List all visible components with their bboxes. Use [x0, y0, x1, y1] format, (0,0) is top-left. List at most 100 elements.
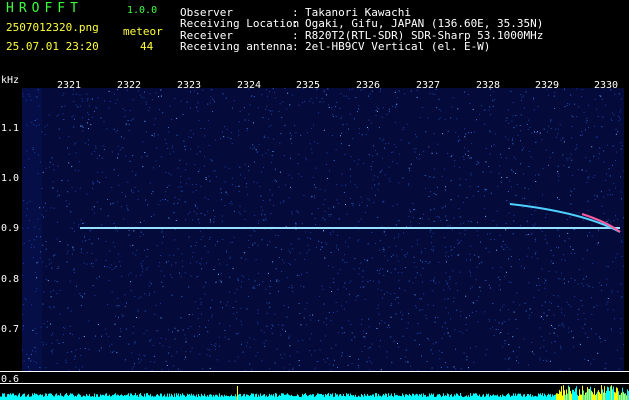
noise-pixel [63, 119, 65, 121]
noise-pixel [22, 275, 24, 276]
noise-pixel [416, 272, 418, 274]
noise-pixel [488, 251, 490, 253]
noise-pixel [588, 104, 589, 106]
noise-pixel [468, 132, 470, 134]
noise-pixel [415, 134, 416, 135]
noise-pixel [576, 88, 578, 90]
noise-pixel [395, 107, 397, 109]
noise-pixel [236, 311, 238, 313]
level-bar [497, 394, 498, 400]
noise-pixel [413, 261, 415, 263]
level-bar [161, 393, 162, 400]
noise-pixel [180, 186, 182, 188]
noise-pixel [593, 125, 595, 127]
noise-pixel [242, 351, 244, 353]
noise-pixel [500, 153, 502, 155]
noise-pixel [84, 235, 86, 237]
level-bar [231, 394, 232, 400]
noise-pixel [612, 261, 614, 263]
level-bar [209, 394, 210, 400]
noise-pixel [429, 231, 431, 233]
noise-pixel [578, 212, 580, 214]
noise-pixel [407, 361, 409, 363]
level-bar [159, 396, 160, 400]
noise-pixel [606, 220, 608, 222]
noise-pixel [220, 272, 222, 274]
level-bar [120, 395, 121, 400]
noise-pixel [579, 343, 581, 345]
level-bar [495, 395, 496, 400]
level-bar [442, 396, 443, 400]
noise-pixel [192, 251, 194, 253]
noise-pixel [141, 265, 143, 267]
level-bar [447, 393, 448, 400]
level-bar [114, 394, 115, 400]
level-bar [224, 394, 225, 400]
noise-pixel [584, 332, 586, 334]
noise-pixel [240, 257, 242, 259]
level-bar [518, 393, 519, 400]
noise-pixel [348, 293, 350, 295]
noise-pixel [81, 252, 82, 253]
level-bar [576, 386, 577, 400]
noise-pixel [438, 216, 440, 218]
noise-pixel [229, 291, 231, 293]
level-bar [339, 394, 340, 400]
noise-pixel [327, 88, 329, 90]
level-bar [126, 394, 127, 400]
noise-pixel [570, 94, 572, 96]
noise-pixel [584, 318, 586, 320]
noise-pixel [352, 205, 354, 207]
noise-pixel [233, 313, 235, 315]
noise-pixel [257, 107, 259, 109]
noise-pixel [261, 213, 263, 215]
noise-pixel [265, 217, 266, 219]
noise-pixel [559, 124, 561, 126]
noise-pixel [335, 106, 337, 108]
noise-pixel [288, 286, 290, 288]
noise-pixel [336, 184, 338, 186]
level-bar [88, 396, 89, 400]
noise-pixel [391, 303, 393, 305]
noise-pixel [328, 207, 330, 209]
level-bar [545, 395, 546, 400]
noise-pixel [343, 261, 345, 263]
noise-pixel [586, 119, 588, 121]
noise-pixel [458, 208, 460, 210]
noise-pixel [613, 309, 615, 311]
level-bar [155, 396, 156, 400]
noise-pixel [236, 318, 237, 320]
noise-pixel [435, 89, 437, 91]
noise-pixel [108, 336, 110, 338]
noise-pixel [220, 280, 222, 282]
noise-pixel [620, 148, 622, 150]
noise-pixel [397, 272, 399, 273]
noise-pixel [447, 225, 449, 227]
noise-pixel [291, 284, 293, 286]
noise-pixel [492, 91, 494, 93]
noise-pixel [577, 313, 579, 315]
noise-pixel [285, 184, 287, 186]
noise-pixel [298, 303, 300, 304]
level-bar [443, 393, 444, 400]
noise-pixel [23, 243, 25, 244]
noise-pixel [528, 202, 530, 204]
level-bar [39, 394, 40, 400]
noise-pixel [472, 195, 474, 197]
noise-pixel [419, 154, 420, 155]
noise-pixel [206, 262, 208, 264]
level-bar [303, 395, 304, 400]
noise-pixel [165, 143, 167, 144]
noise-pixel [443, 289, 445, 291]
noise-pixel [546, 149, 547, 151]
noise-pixel [529, 308, 531, 310]
level-bar [355, 394, 356, 400]
noise-pixel [269, 306, 271, 308]
noise-pixel [535, 141, 537, 143]
level-bar [30, 396, 31, 400]
noise-pixel [379, 91, 381, 93]
noise-pixel [133, 230, 135, 232]
noise-pixel [257, 321, 259, 323]
noise-pixel [479, 114, 481, 115]
noise-pixel [571, 175, 573, 177]
